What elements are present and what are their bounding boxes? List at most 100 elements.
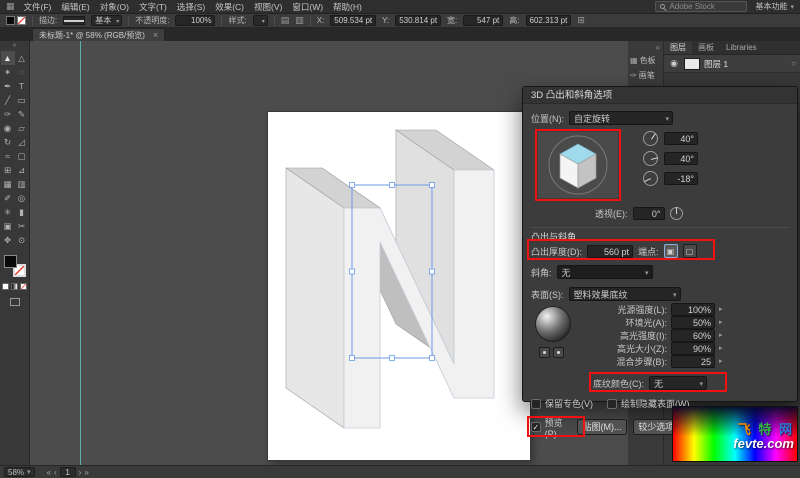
direct-selection-tool[interactable]: △	[15, 51, 29, 65]
draw-hidden-checkbox[interactable]	[607, 399, 617, 409]
position-select[interactable]: 自定旋转	[569, 111, 673, 125]
menu-view[interactable]: 视图(V)	[254, 1, 282, 13]
fill-swatch[interactable]	[4, 255, 17, 268]
menu-window[interactable]: 窗口(W)	[292, 1, 323, 13]
artboard-tool[interactable]: ▣	[1, 219, 15, 233]
first-artboard-button[interactable]: «	[47, 468, 51, 477]
cap-solid-button[interactable]: ▣	[664, 244, 678, 258]
transform-icon[interactable]: ⊞	[577, 15, 585, 26]
eraser-tool[interactable]: ▱	[15, 121, 29, 135]
tab-artboards[interactable]: 画板	[692, 41, 720, 54]
rotate-z-field[interactable]: -18°	[664, 172, 698, 185]
none-mode-button[interactable]	[20, 283, 27, 290]
align-icon[interactable]: ▤	[281, 15, 290, 26]
rectangle-tool[interactable]: ▭	[15, 93, 29, 107]
layer-row[interactable]: ◉ 图层 1 ○	[664, 55, 800, 73]
dialog-title[interactable]: 3D 凸出和斜角选项	[523, 87, 797, 104]
slice-tool[interactable]: ✂	[15, 219, 29, 233]
rotate-x-field[interactable]: 40°	[664, 132, 698, 145]
perspective-grid-tool[interactable]: ⊿	[15, 163, 29, 177]
artboard[interactable]	[268, 112, 530, 460]
selection-handle[interactable]	[430, 356, 435, 361]
visibility-eye-icon[interactable]: ◉	[668, 58, 680, 69]
toolbar-collapse-button[interactable]: «	[0, 41, 29, 51]
stepper-icon[interactable]: ▸	[719, 318, 723, 326]
scale-tool[interactable]: ◿	[15, 135, 29, 149]
paintbrush-tool[interactable]: ✑	[1, 107, 15, 121]
style-select[interactable]	[253, 15, 268, 26]
screen-mode-button[interactable]	[10, 298, 20, 306]
document-tab[interactable]: 未标题-1* @ 58% (RGB/预览) ×	[32, 28, 165, 41]
rotate-y-dial[interactable]	[643, 151, 658, 166]
stepper-icon[interactable]: ▸	[719, 344, 723, 352]
layer-name[interactable]: 图层 1	[704, 58, 787, 70]
eyedropper-tool[interactable]: ✐	[1, 191, 15, 205]
pencil-tool[interactable]: ✎	[15, 107, 29, 121]
menu-file[interactable]: 文件(F)	[24, 1, 52, 13]
lasso-tool[interactable]: ◌	[15, 65, 29, 79]
new-light-button[interactable]	[539, 347, 550, 358]
rotate-z-dial[interactable]	[643, 171, 658, 186]
light-intensity-field[interactable]: 100%	[671, 303, 715, 316]
zoom-level-select[interactable]: 58% ▾	[4, 467, 35, 477]
type-tool[interactable]: T	[15, 79, 29, 93]
swatches-panel-button[interactable]: ▦ 色板	[628, 53, 663, 68]
stroke-weight-select[interactable]	[63, 16, 85, 25]
selection-handle[interactable]	[390, 356, 395, 361]
rotate-y-field[interactable]: 40°	[664, 152, 698, 165]
map-art-button[interactable]: 贴图(M)...	[577, 419, 627, 435]
prev-artboard-button[interactable]: ‹	[54, 468, 57, 477]
vertical-guide[interactable]	[80, 41, 81, 465]
tab-libraries[interactable]: Libraries	[720, 41, 763, 54]
close-icon[interactable]: ×	[153, 30, 158, 40]
blob-brush-tool[interactable]: ◉	[1, 121, 15, 135]
x-field[interactable]: 509.534 pt	[330, 15, 376, 26]
cap-hollow-button[interactable]: ▢	[683, 244, 697, 258]
layer-target-icon[interactable]: ○	[791, 59, 796, 68]
hand-tool[interactable]: ✥	[1, 233, 15, 247]
bevel-select[interactable]: 无	[557, 265, 653, 279]
menu-effect[interactable]: 效果(C)	[215, 1, 244, 13]
next-artboard-button[interactable]: ›	[79, 468, 82, 477]
selection-handle[interactable]	[350, 269, 355, 274]
workspace-switcher[interactable]: 基本功能 ▾	[755, 1, 794, 12]
menu-select[interactable]: 选择(S)	[177, 1, 205, 13]
perspective-dial[interactable]	[670, 207, 683, 220]
free-transform-tool[interactable]: ▢	[15, 149, 29, 163]
rotation-cube-preview[interactable]	[535, 129, 621, 201]
artboard-number-field[interactable]: 1	[60, 467, 76, 477]
last-artboard-button[interactable]: »	[84, 468, 88, 477]
stepper-icon[interactable]: ▸	[719, 357, 723, 365]
height-field[interactable]: 602.313 pt	[526, 15, 572, 26]
highlight-size-field[interactable]: 90%	[671, 342, 715, 355]
selection-handle[interactable]	[350, 183, 355, 188]
extrude-face-left-stem-side[interactable]	[286, 168, 344, 428]
stepper-icon[interactable]: ▸	[719, 331, 723, 339]
tab-layers[interactable]: 图层	[664, 41, 692, 54]
gradient-tool[interactable]: ▥	[15, 177, 29, 191]
highlight-intensity-field[interactable]: 60%	[671, 329, 715, 342]
blend-tool[interactable]: ◎	[15, 191, 29, 205]
3d-letter-n[interactable]	[268, 112, 530, 460]
selection-handle[interactable]	[350, 356, 355, 361]
ambient-light-field[interactable]: 50%	[671, 316, 715, 329]
cube-track[interactable]	[538, 132, 618, 198]
extrude-depth-field[interactable]: 560 pt	[587, 245, 633, 258]
selection-handle[interactable]	[430, 269, 435, 274]
shape-builder-tool[interactable]: ⊞	[1, 163, 15, 177]
opacity-value[interactable]: 100%	[175, 15, 215, 26]
brush-definition-select[interactable]: 基本	[91, 15, 122, 26]
fill-swatch[interactable]	[6, 16, 15, 25]
selection-handle[interactable]	[390, 183, 395, 188]
rotate-tool[interactable]: ↻	[1, 135, 15, 149]
column-graph-tool[interactable]: ▮	[15, 205, 29, 219]
selection-tool[interactable]: ▲	[1, 51, 15, 65]
blend-steps-field[interactable]: 25	[671, 355, 715, 368]
menu-help[interactable]: 帮助(H)	[333, 1, 362, 13]
menu-type[interactable]: 文字(T)	[139, 1, 167, 13]
menu-edit[interactable]: 编辑(E)	[61, 1, 89, 13]
perspective-field[interactable]: 0°	[633, 207, 665, 220]
stepper-icon[interactable]: ▸	[719, 305, 723, 313]
rotate-x-dial[interactable]	[643, 131, 658, 146]
gradient-mode-button[interactable]	[11, 283, 18, 290]
